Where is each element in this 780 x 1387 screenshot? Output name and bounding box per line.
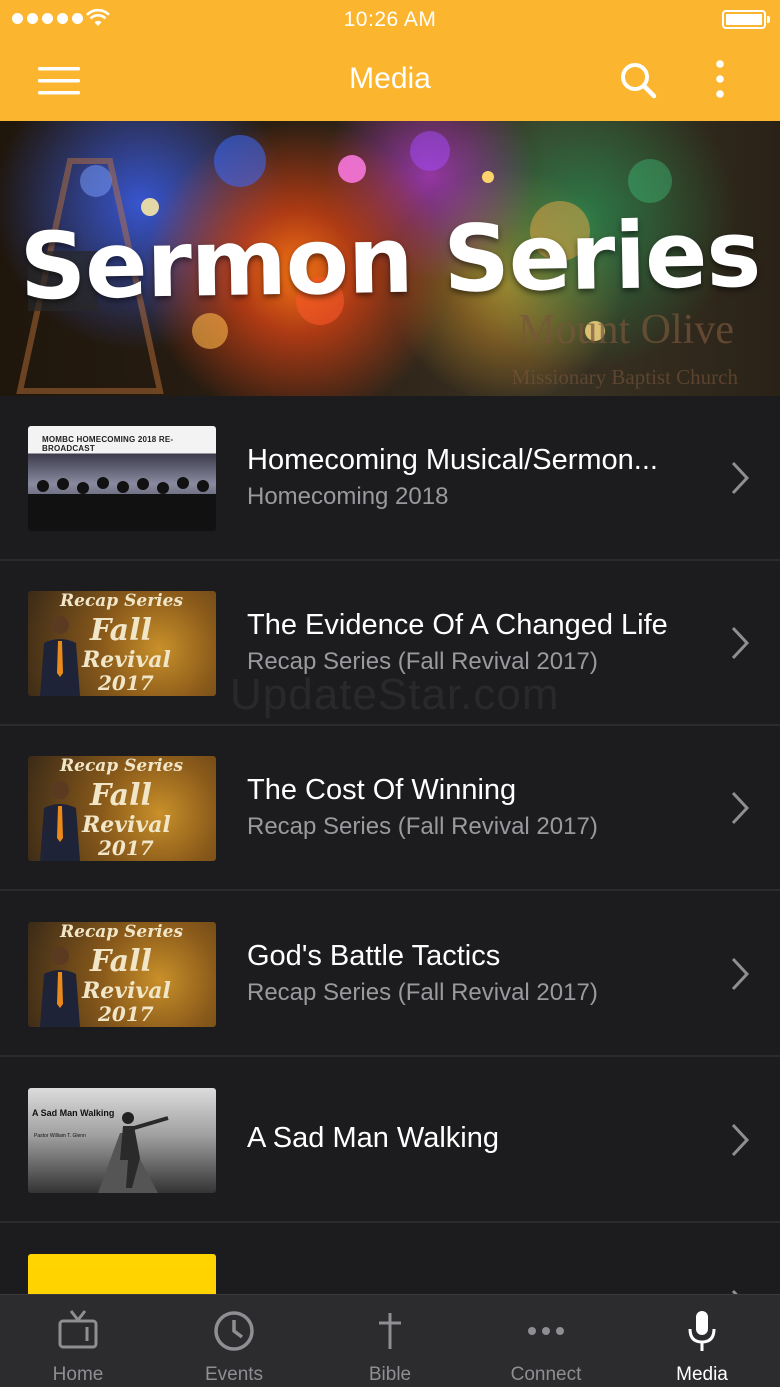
- watermark: UpdateStar.com: [230, 670, 560, 719]
- media-thumbnail: A Sad Man Walking Pastor William T. Glen…: [28, 1088, 216, 1193]
- tab-bar: Home Events Bible Connect Media: [0, 1294, 780, 1387]
- tab-connect[interactable]: Connect: [468, 1295, 624, 1387]
- thumbnail-line: 2017: [98, 671, 154, 695]
- page-title: Media: [349, 62, 431, 95]
- thumbnail-caption: Recap Series: [60, 922, 184, 942]
- ellipsis-icon: [528, 1327, 564, 1335]
- media-item-title: A Sad Man Walking: [247, 1122, 499, 1154]
- media-item-title: Homecoming Musical/Sermon...: [247, 444, 658, 476]
- search-icon[interactable]: [618, 60, 658, 100]
- banner-church-subtitle: Missionary Baptist Church: [511, 365, 738, 389]
- media-thumbnail: [28, 1254, 216, 1294]
- pastor-image: [40, 947, 80, 1027]
- thumbnail-line: Fall: [90, 613, 152, 648]
- thumbnail-line: Revival: [82, 647, 171, 673]
- chevron-right-icon: [731, 957, 750, 991]
- banner-church-name: Mount Olive: [518, 307, 734, 353]
- status-bar: 10:26 AM: [0, 0, 780, 40]
- cross-icon: [379, 1313, 401, 1349]
- chevron-right-icon: [731, 791, 750, 825]
- thumbnail-caption: A Sad Man Walking: [32, 1108, 115, 1118]
- media-item-text: God's Battle Tactics Recap Series (Fall …: [247, 940, 707, 1007]
- walking-man-image: [98, 1112, 169, 1193]
- banner-title: Sermon Series: [18, 200, 762, 321]
- media-item-text: The Cost Of Winning Recap Series (Fall R…: [247, 774, 707, 841]
- media-list-item[interactable]: Recap Series Fall Revival 2017 The Cost …: [0, 726, 780, 891]
- sermon-series-banner[interactable]: Sermon Series Mount Olive Missionary Bap…: [0, 121, 780, 396]
- navigation-bar: Media: [0, 40, 780, 121]
- chevron-right-icon: [731, 461, 750, 495]
- media-item-title: The Cost Of Winning: [247, 774, 517, 806]
- tab-label: Bible: [368, 1364, 412, 1385]
- media-item-title: The Evidence Of A Changed Life: [247, 609, 668, 641]
- thumbnail-line: Fall: [90, 778, 152, 813]
- thumbnail-caption: Recap Series: [60, 591, 184, 611]
- tab-media[interactable]: Media: [624, 1295, 780, 1387]
- media-item-title: God's Battle Tactics: [247, 940, 501, 972]
- crowd-image: [28, 477, 216, 531]
- chevron-right-icon: [731, 626, 750, 660]
- pastor-image: [40, 616, 80, 696]
- tab-label: Media: [676, 1364, 728, 1385]
- pastor-image: [40, 781, 80, 861]
- thumbnail-line: 2017: [98, 836, 154, 860]
- tv-icon: [58, 1310, 98, 1349]
- microphone-icon: [688, 1311, 716, 1351]
- tab-label: Events: [204, 1364, 264, 1385]
- thumbnail-line: Revival: [82, 812, 171, 838]
- thumbnail-line: Fall: [90, 944, 152, 979]
- more-vertical-icon[interactable]: [705, 58, 735, 102]
- media-thumbnail: MOMBC HOMECOMING 2018 RE-BROADCAST: [28, 426, 216, 531]
- thumbnail-line: 2017: [98, 1002, 154, 1026]
- tab-label: Connect: [510, 1364, 582, 1385]
- media-list-item[interactable]: MOMBC HOMECOMING 2018 RE-BROADCAST Homec…: [0, 396, 780, 561]
- media-item-text: Homecoming Musical/Sermon... Homecoming …: [247, 444, 707, 511]
- tab-home[interactable]: Home: [0, 1295, 156, 1387]
- status-time: 10:26 AM: [343, 8, 437, 31]
- media-item-text: A Sad Man Walking: [247, 1122, 707, 1155]
- media-item-subtitle: Recap Series (Fall Revival 2017): [247, 813, 598, 840]
- thumbnail-caption: Recap Series: [60, 756, 184, 776]
- media-thumbnail: Recap Series Fall Revival 2017: [28, 922, 216, 1027]
- tab-events[interactable]: Events: [156, 1295, 312, 1387]
- battery-icon: [722, 10, 770, 29]
- tab-bible[interactable]: Bible: [312, 1295, 468, 1387]
- thumbnail-caption: Pastor William T. Glenn: [34, 1133, 86, 1139]
- media-list-item[interactable]: Recap Series Fall Revival 2017 God's Bat…: [0, 892, 780, 1057]
- media-thumbnail: Recap Series Fall Revival 2017: [28, 756, 216, 861]
- media-item-text: The Evidence Of A Changed Life Recap Ser…: [247, 609, 707, 676]
- chevron-right-icon: [731, 1123, 750, 1157]
- media-list: MOMBC HOMECOMING 2018 RE-BROADCAST Homec…: [0, 396, 780, 1294]
- media-item-subtitle: Homecoming 2018: [247, 483, 449, 510]
- tab-label: Home: [52, 1364, 104, 1385]
- clock-icon: [214, 1311, 254, 1351]
- media-list-item[interactable]: A Sad Man Walking Pastor William T. Glen…: [0, 1058, 780, 1223]
- media-thumbnail: Recap Series Fall Revival 2017: [28, 591, 216, 696]
- thumbnail-line: Revival: [82, 978, 171, 1004]
- media-list-item[interactable]: [0, 1224, 780, 1294]
- media-item-subtitle: Recap Series (Fall Revival 2017): [247, 979, 598, 1006]
